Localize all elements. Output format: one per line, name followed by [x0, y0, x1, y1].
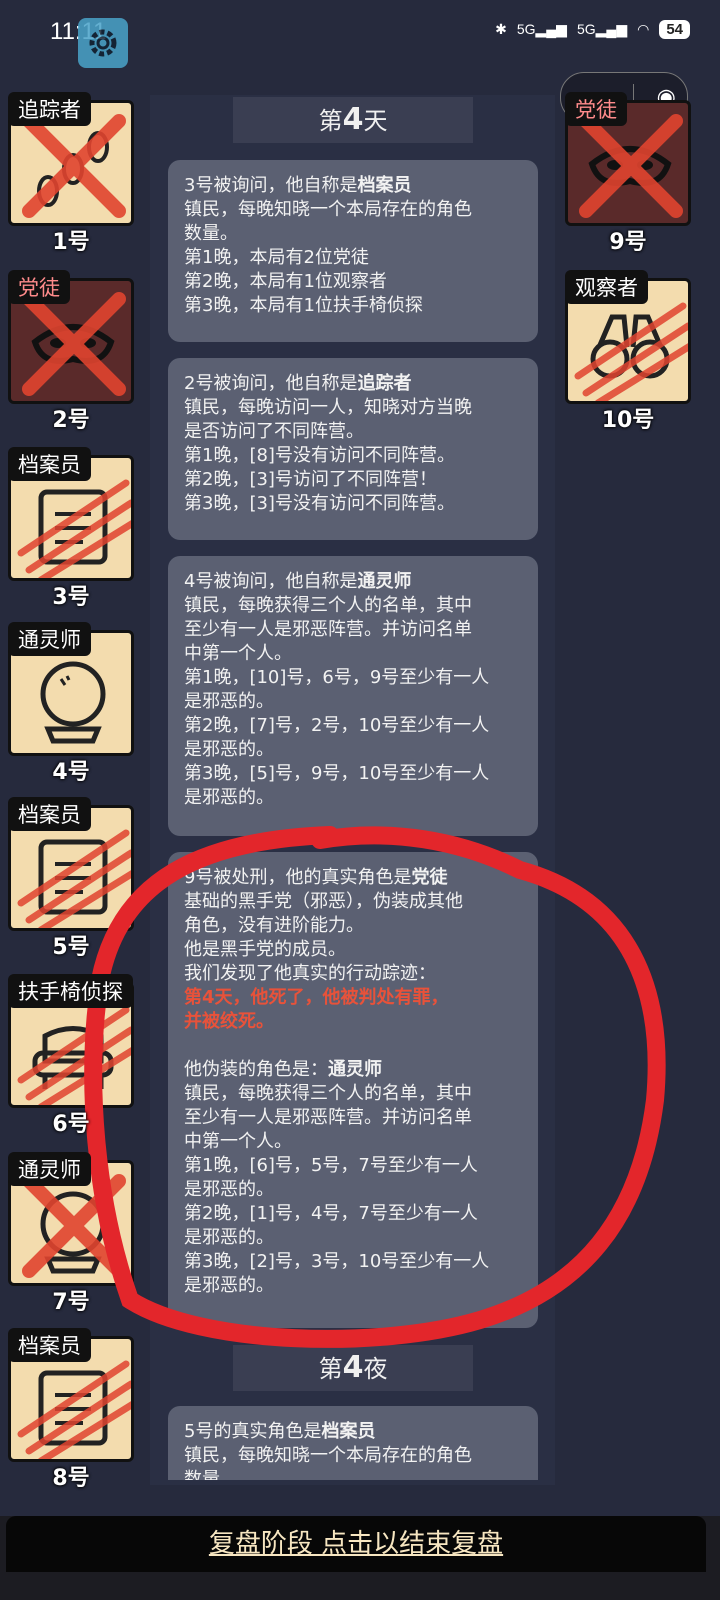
crystal-ball-icon	[40, 661, 106, 744]
player-card-1[interactable]: 追踪者 1号	[8, 92, 142, 255]
player-number: 10号	[601, 408, 655, 433]
player-number: 7号	[52, 1290, 90, 1315]
player-card-3[interactable]: 档案员 3号	[8, 447, 142, 610]
wifi-icon: ◠	[637, 21, 650, 37]
log-message-9-executed: 9号被处刑，他的真实角色是党徒 基础的黑手党（邪恶），伪装成其他 角色，没有进阶…	[168, 852, 538, 1328]
gear-icon[interactable]	[78, 18, 128, 68]
player-number: 6号	[52, 1112, 90, 1137]
player-number: 8号	[52, 1466, 90, 1491]
log-message-3-questioned: 3号被询问，他自称是档案员 镇民，每晚知晓一个本局存在的角色 数量。 第1晚，本…	[168, 160, 538, 342]
status-bar: 11:11 ✱ 5G▂▄▆ 5G▂▄▆ ◠ 54	[0, 0, 720, 70]
player-card-2[interactable]: 党徒 2号	[8, 270, 142, 433]
role-tag: 档案员	[8, 797, 91, 831]
end-review-button[interactable]: 复盘阶段 点击以结束复盘	[6, 1516, 706, 1572]
log-message-4-questioned: 4号被询问，他自称是通灵师 镇民，每晚获得三个人的名单，其中 至少有一人是邪恶阵…	[168, 556, 538, 836]
player-number: 2号	[52, 408, 90, 433]
player-card-5[interactable]: 档案员 5号	[8, 797, 142, 960]
status-icons: ✱ 5G▂▄▆ 5G▂▄▆ ◠ 54	[495, 20, 690, 39]
role-tag: 扶手椅侦探	[8, 974, 133, 1008]
signal-icon-2: 5G▂▄▆	[576, 21, 628, 37]
role-tag: 追踪者	[8, 92, 91, 126]
player-card-6[interactable]: 扶手椅侦探 6号	[8, 974, 142, 1137]
player-number: 3号	[52, 585, 90, 610]
log-message-5-true-role: 5号的真实角色是档案员 镇民，每晚知晓一个本局存在的角色 数量	[168, 1406, 538, 1480]
role-tag: 通灵师	[8, 622, 91, 656]
player-card-7[interactable]: 通灵师 7号	[8, 1152, 142, 1315]
role-tag: 通灵师	[8, 1152, 91, 1186]
role-tag: 党徒	[565, 92, 627, 126]
player-number: 9号	[609, 230, 647, 255]
battery-icon: 54	[659, 20, 690, 39]
player-card-10[interactable]: 观察者 10号	[565, 270, 699, 433]
player-number: 1号	[52, 230, 90, 255]
day-header: 第4天	[233, 97, 473, 143]
night-header: 第4夜	[233, 1345, 473, 1391]
role-tag: 观察者	[565, 270, 648, 304]
player-number: 5号	[52, 935, 90, 960]
player-card-8[interactable]: 档案员 8号	[8, 1328, 142, 1491]
signal-icon-1: 5G▂▄▆	[516, 21, 567, 37]
player-card-4[interactable]: 通灵师 4号	[8, 622, 142, 785]
log-message-2-questioned: 2号被询问，他自称是追踪者 镇民，每晚访问一人，知晓对方当晚 是否访问了不同阵营…	[168, 358, 538, 540]
role-tag: 党徒	[8, 270, 70, 304]
role-tag: 档案员	[8, 1328, 91, 1362]
player-number: 4号	[52, 760, 90, 785]
player-card-9[interactable]: 党徒 9号	[565, 92, 699, 255]
role-tag: 档案员	[8, 447, 91, 481]
bluetooth-icon: ✱	[495, 21, 507, 37]
